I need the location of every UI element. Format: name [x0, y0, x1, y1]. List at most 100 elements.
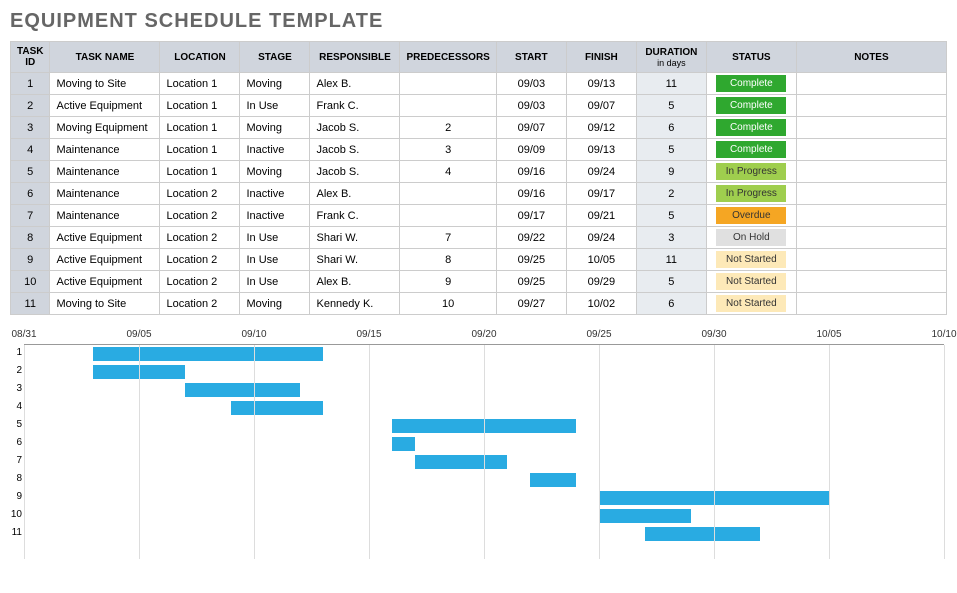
cell-loc: Location 2 [160, 249, 240, 271]
status-badge: Not Started [716, 273, 786, 290]
gantt-tick-label: 08/31 [11, 329, 36, 340]
cell-resp: Alex B. [310, 271, 400, 293]
cell-name: Active Equipment [50, 95, 160, 117]
cell-status: In Progress [706, 161, 796, 183]
cell-dur: 2 [636, 183, 706, 205]
gantt-gridline [944, 345, 945, 559]
gantt-tick-label: 09/20 [471, 329, 496, 340]
status-badge: Not Started [716, 251, 786, 268]
table-row: 1Moving to SiteLocation 1MovingAlex B.09… [11, 73, 947, 95]
cell-pred [400, 73, 496, 95]
cell-resp: Alex B. [310, 73, 400, 95]
cell-finish: 09/13 [566, 139, 636, 161]
cell-name: Moving Equipment [50, 117, 160, 139]
cell-stage: Inactive [240, 139, 310, 161]
cell-id: 6 [11, 183, 50, 205]
table-row: 10Active EquipmentLocation 2In UseAlex B… [11, 271, 947, 293]
status-badge: Complete [716, 141, 786, 158]
cell-resp: Frank C. [310, 205, 400, 227]
cell-name: Moving to Site [50, 293, 160, 315]
cell-id: 1 [11, 73, 50, 95]
table-row: 9Active EquipmentLocation 2In UseShari W… [11, 249, 947, 271]
cell-loc: Location 1 [160, 95, 240, 117]
col-finish: FINISH [566, 42, 636, 73]
cell-stage: Moving [240, 117, 310, 139]
gantt-bar [599, 509, 691, 523]
cell-pred [400, 205, 496, 227]
cell-dur: 11 [636, 249, 706, 271]
table-header-row: TASK ID TASK NAME LOCATION STAGE RESPONS… [11, 42, 947, 73]
col-status: STATUS [706, 42, 796, 73]
cell-status: In Progress [706, 183, 796, 205]
table-row: 5MaintenanceLocation 1MovingJacob S.409/… [11, 161, 947, 183]
cell-finish: 09/29 [566, 271, 636, 293]
gantt-tick-label: 09/30 [701, 329, 726, 340]
gantt-row-label: 9 [10, 491, 22, 502]
cell-name: Active Equipment [50, 249, 160, 271]
gantt-row-label: 10 [10, 509, 22, 520]
col-location: LOCATION [160, 42, 240, 73]
cell-status: Complete [706, 73, 796, 95]
cell-stage: Inactive [240, 205, 310, 227]
gantt-row-label: 4 [10, 401, 22, 412]
cell-start: 09/16 [496, 161, 566, 183]
gantt-gridline [599, 345, 600, 559]
cell-dur: 6 [636, 293, 706, 315]
cell-loc: Location 1 [160, 117, 240, 139]
cell-id: 8 [11, 227, 50, 249]
gantt-axis: 08/3109/0509/1009/1509/2009/2509/3010/05… [24, 329, 944, 345]
cell-loc: Location 1 [160, 161, 240, 183]
cell-id: 7 [11, 205, 50, 227]
cell-loc: Location 2 [160, 183, 240, 205]
col-start: START [496, 42, 566, 73]
cell-status: Complete [706, 139, 796, 161]
cell-notes [796, 249, 946, 271]
table-row: 2Active EquipmentLocation 1In UseFrank C… [11, 95, 947, 117]
cell-dur: 9 [636, 161, 706, 183]
cell-start: 09/07 [496, 117, 566, 139]
cell-pred: 2 [400, 117, 496, 139]
gantt-tick-label: 09/25 [586, 329, 611, 340]
gantt-row-label: 3 [10, 383, 22, 394]
col-notes: NOTES [796, 42, 946, 73]
cell-loc: Location 2 [160, 293, 240, 315]
cell-name: Maintenance [50, 183, 160, 205]
cell-resp: Alex B. [310, 183, 400, 205]
gantt-tick-label: 09/10 [241, 329, 266, 340]
cell-finish: 09/17 [566, 183, 636, 205]
cell-stage: Inactive [240, 183, 310, 205]
cell-loc: Location 1 [160, 73, 240, 95]
cell-start: 09/27 [496, 293, 566, 315]
cell-status: On Hold [706, 227, 796, 249]
cell-dur: 5 [636, 271, 706, 293]
cell-status: Not Started [706, 249, 796, 271]
cell-loc: Location 1 [160, 139, 240, 161]
cell-notes [796, 73, 946, 95]
col-predecessors: PREDECESSORS [400, 42, 496, 73]
status-badge: Not Started [716, 295, 786, 312]
cell-name: Active Equipment [50, 271, 160, 293]
cell-notes [796, 227, 946, 249]
cell-name: Moving to Site [50, 73, 160, 95]
cell-dur: 5 [636, 139, 706, 161]
cell-start: 09/17 [496, 205, 566, 227]
cell-pred: 9 [400, 271, 496, 293]
cell-notes [796, 161, 946, 183]
cell-id: 11 [11, 293, 50, 315]
cell-stage: Moving [240, 293, 310, 315]
col-duration: DURATIONin days [636, 42, 706, 73]
cell-stage: In Use [240, 95, 310, 117]
gantt-tick-label: 10/10 [931, 329, 956, 340]
gantt-bar [93, 347, 323, 361]
col-name: TASK NAME [50, 42, 160, 73]
status-badge: Complete [716, 75, 786, 92]
cell-name: Maintenance [50, 205, 160, 227]
gantt-chart: 08/3109/0509/1009/1509/2009/2509/3010/05… [24, 329, 944, 559]
cell-name: Maintenance [50, 161, 160, 183]
cell-start: 09/09 [496, 139, 566, 161]
cell-finish: 09/13 [566, 73, 636, 95]
table-row: 11Moving to SiteLocation 2MovingKennedy … [11, 293, 947, 315]
gantt-gridline [484, 345, 485, 559]
cell-id: 5 [11, 161, 50, 183]
cell-name: Maintenance [50, 139, 160, 161]
